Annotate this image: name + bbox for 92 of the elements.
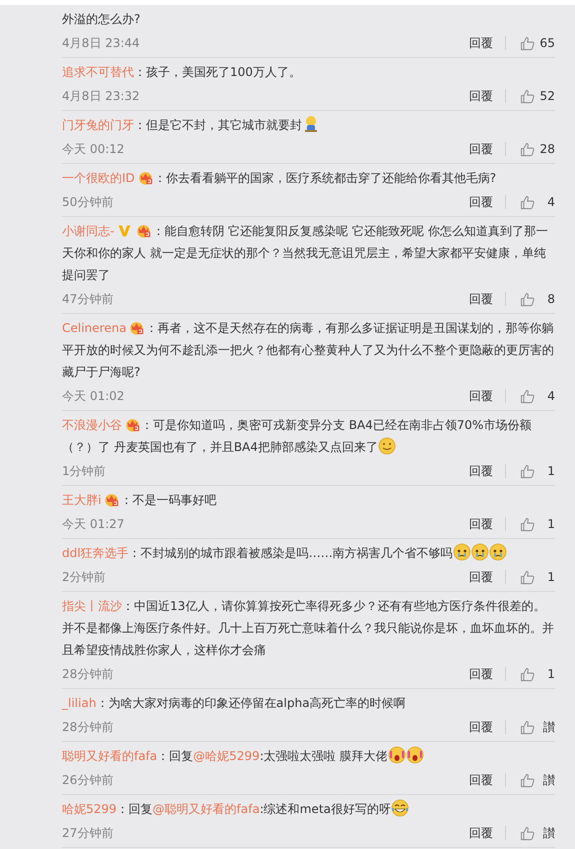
crying-face-icon xyxy=(452,543,471,561)
user-name-link[interactable]: 不浪漫小谷 xyxy=(62,418,122,432)
thumbs-up-icon[interactable] xyxy=(520,88,535,104)
comment-text: 哈妮5299：回复@聪明又好看的fafa:综述和meta很好写的呀 xyxy=(62,797,555,820)
reply-link[interactable]: 回覆 xyxy=(469,34,493,52)
like-count: 8 xyxy=(546,292,555,306)
thumbs-up-icon[interactable] xyxy=(520,516,535,532)
user-name-link[interactable]: 追求不可替代 xyxy=(62,65,134,79)
reply-link[interactable]: 回覆 xyxy=(469,140,493,158)
crown-badge-icon xyxy=(128,320,146,335)
crown-badge-icon xyxy=(124,417,141,432)
comment-time: 今天 01:27 xyxy=(62,516,126,532)
user-name-link[interactable]: 王大胖i xyxy=(62,493,102,507)
thumbs-up-icon[interactable] xyxy=(520,388,535,404)
crying-face-icon xyxy=(406,746,424,764)
comment-text: 王大胖i ：不是一码事好吧 xyxy=(62,491,218,509)
user-name-link[interactable]: 指尖丨流沙 xyxy=(62,599,122,613)
like-count: 28 xyxy=(538,142,555,156)
laughing-face-icon xyxy=(390,799,409,817)
user-name-link[interactable]: Celinerena xyxy=(62,321,126,335)
thumbs-up-icon[interactable] xyxy=(520,292,535,306)
comment-time: 4月8日 23:32 xyxy=(62,88,141,104)
reply-link[interactable]: 回覆 xyxy=(469,772,493,788)
reply-link[interactable]: 回覆 xyxy=(469,516,493,532)
comment-time: 26分钟前 xyxy=(62,772,114,788)
reply-link[interactable]: 回覆 xyxy=(469,568,493,586)
reply-link[interactable]: 回覆 xyxy=(469,666,493,682)
comment-text: _liliah：为啥大家对病毒的印象还停留在alpha高死亡率的时候啊 xyxy=(62,695,407,712)
user-name-link[interactable]: 小谢同志- xyxy=(62,224,114,238)
like-count: 52 xyxy=(538,89,555,103)
mention-link[interactable]: @聪明又好看的fafa xyxy=(152,802,260,816)
smiley-icon xyxy=(378,437,396,455)
comment-time: 27分钟前 xyxy=(62,824,114,842)
thumbs-up-icon[interactable] xyxy=(520,464,535,478)
comment-time: 28分钟前 xyxy=(62,666,114,682)
like-count: 65 xyxy=(538,36,555,50)
comment-time: 4月8日 23:44 xyxy=(62,34,141,52)
like-count: 讃 xyxy=(542,718,555,736)
user-name-link[interactable]: 一个很欧的ID xyxy=(62,171,135,185)
crying-face-icon xyxy=(470,543,489,561)
crown-badge-icon xyxy=(135,223,152,238)
comment-time: 2分钟前 xyxy=(62,568,107,586)
like-count: 1 xyxy=(546,570,555,584)
user-name-link[interactable]: 哈妮5299 xyxy=(62,802,117,816)
thumbs-up-icon[interactable] xyxy=(520,36,535,50)
comment-time: 今天 00:12 xyxy=(62,140,126,158)
like-count: 1 xyxy=(546,667,555,681)
crying-face-icon xyxy=(388,746,406,764)
like-count: 讃 xyxy=(542,772,555,788)
comment-time: 50分钟前 xyxy=(62,194,114,210)
comment-text: 小谢同志- ：能自愈转阴 它还能复阳反复感染呢 它还能致死呢 你怎么知道真到了那一天你和你的家人 就一定是无症状的那个？当然我无意诅咒层主，希望大家都平安健康，单纯提问罢了 xyxy=(62,222,549,284)
reply-link[interactable]: 回覆 xyxy=(469,194,493,210)
reply-link[interactable]: 回覆 xyxy=(469,388,493,404)
crying-face-icon xyxy=(488,543,507,561)
comment-text: 指尖丨流沙：中国近13亿人，请你算算按死亡率得死多少？还有有些地方医疗条件很差的。并不是都像上海医疗条件好。几十上百万死亡意味着什么？我只能说你是坏，血坏血坏的。并且希望疫情战胜你家人，这样你才会痛 xyxy=(62,598,555,659)
mention-link[interactable]: @哈妮5299 xyxy=(193,749,260,763)
thumbs-up-icon[interactable] xyxy=(520,826,535,840)
comment-time: 今天 01:02 xyxy=(62,388,126,404)
thumbs-up-icon[interactable] xyxy=(520,570,535,584)
user-name-link[interactable]: ddl狂奔选手 xyxy=(62,546,129,560)
reply-link[interactable]: 回覆 xyxy=(469,824,493,842)
user-name-link[interactable]: 聪明又好看的fafa xyxy=(62,749,158,763)
like-count: 讃 xyxy=(542,824,555,842)
user-name-link[interactable]: 门牙兔的门牙 xyxy=(62,118,134,132)
crown-badge-icon xyxy=(136,170,154,185)
sitting-figure-icon xyxy=(302,115,320,133)
like-count: 1 xyxy=(546,464,555,478)
comment-text: 一个很欧的ID ：你去看看躺平的国家，医疗系统都击穿了还能给你看其他毛病? xyxy=(62,169,498,187)
thumbs-up-icon[interactable] xyxy=(520,194,535,210)
like-count: 1 xyxy=(546,517,555,531)
like-count: 4 xyxy=(546,195,555,209)
thumbs-up-icon[interactable] xyxy=(520,720,535,734)
thumbs-up-icon[interactable] xyxy=(520,772,535,788)
like-count: 4 xyxy=(546,389,555,403)
thumbs-up-icon[interactable] xyxy=(520,142,535,156)
reply-link[interactable]: 回覆 xyxy=(469,290,493,308)
comment-text: 外溢的怎么办? xyxy=(62,11,142,28)
comment-text: ddl狂奔选手：不封城别的城市跟着被感染是吗……南方祸害几个省不够吗 xyxy=(62,541,555,564)
comment-text: 追求不可替代：孩子，美国死了100万人了。 xyxy=(62,64,302,81)
comment-time: 1分钟前 xyxy=(62,462,107,480)
reply-link[interactable]: 回覆 xyxy=(469,718,493,736)
crown-badge-icon xyxy=(103,492,120,507)
comment-text: Celinerena ：再者，这不是天然存在的病毒，有那么多证据证明是丑国谋划的，那等你躺平开放的时候又为何不趁乱添一把火？他都有心整黄种人了又为什么不整个更隐蔽的更厉害的藏尸于尸海呢? xyxy=(62,319,555,381)
reply-link[interactable]: 回覆 xyxy=(469,462,493,480)
comment-text: 不浪漫小谷 ：可是你知道吗，奥密可戎新变异分支 BA4已经在南非占领70%市场份额（？）了 丹麦英国也有了，并且BA4把肺部感染又点回来了 xyxy=(62,416,533,457)
user-name-link[interactable]: _liliah xyxy=(62,696,96,710)
comment-text: 门牙兔的门牙：但是它不封，其它城市就要封 xyxy=(62,113,555,136)
thumbs-up-icon[interactable] xyxy=(520,666,535,682)
comment-time: 28分钟前 xyxy=(62,718,114,736)
comment-time: 47分钟前 xyxy=(62,290,114,308)
reply-link[interactable]: 回覆 xyxy=(469,88,493,104)
comment-text: 聪明又好看的fafa：回复@哈妮5299:太强啦太强啦 膜拜大佬 xyxy=(62,744,555,767)
